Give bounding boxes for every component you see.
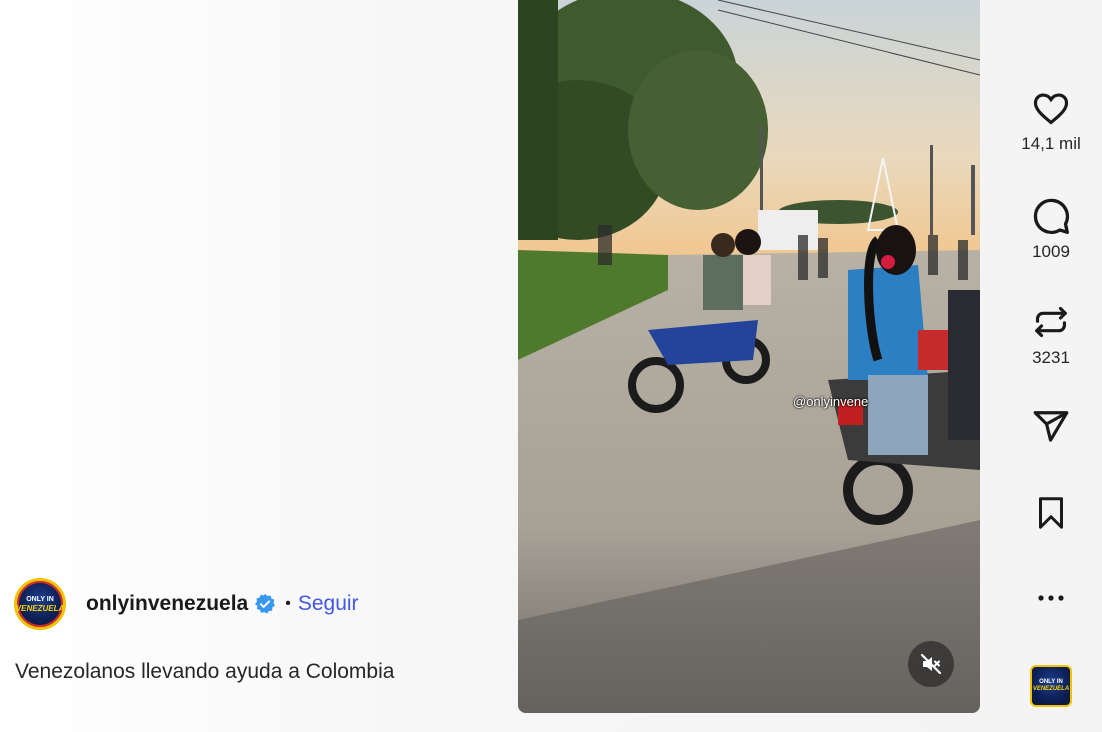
verified-badge-icon	[254, 593, 276, 615]
author-username[interactable]: onlyinvenezuela	[86, 592, 248, 616]
post-caption: Venezolanos llevando ayuda a Colombia	[15, 660, 395, 683]
video-player[interactable]: @onlyinvene	[518, 0, 980, 713]
audio-avatar-text-line1: ONLY IN	[1039, 679, 1063, 685]
author-avatar[interactable]: ONLY IN VENEZUELA	[14, 578, 66, 630]
speaker-muted-icon	[920, 653, 942, 675]
follow-button[interactable]: Seguir	[298, 592, 359, 616]
like-count: 14,1 mil	[1021, 134, 1081, 153]
mute-toggle-button[interactable]	[908, 641, 954, 687]
repost-count: 3231	[1032, 348, 1070, 367]
avatar-text-line2: VENEZUELA	[15, 603, 65, 613]
audio-avatar[interactable]: ONLY IN VENEZUELA	[1030, 665, 1072, 707]
bookmark-icon[interactable]	[1033, 494, 1069, 532]
comment-count: 1009	[1032, 242, 1070, 261]
video-frame	[518, 0, 980, 713]
separator-dot: •	[285, 595, 291, 612]
like-action: 14,1 mil	[1010, 90, 1092, 154]
action-rail: 14,1 mil 1009 3231 ONLY IN VENEZUELA	[1010, 0, 1092, 732]
video-watermark: @onlyinvene	[793, 394, 869, 409]
more-dots-icon[interactable]	[1036, 590, 1066, 606]
repost-action: 3231	[1010, 302, 1092, 368]
heart-icon[interactable]	[1031, 90, 1071, 128]
avatar-text-line1: ONLY IN	[26, 595, 54, 603]
comment-action: 1009	[1010, 196, 1092, 262]
comment-bubble-icon[interactable]	[1031, 196, 1071, 236]
audio-avatar-text-line2: VENEZUELA	[1032, 686, 1070, 692]
more-action	[1010, 590, 1092, 606]
save-action	[1010, 494, 1092, 532]
post-info-panel: ONLY IN VENEZUELA onlyinvenezuela • Segu…	[0, 0, 518, 732]
paper-plane-icon[interactable]	[1031, 408, 1071, 446]
repost-icon[interactable]	[1032, 302, 1070, 342]
share-action	[1010, 408, 1092, 446]
author-row: ONLY IN VENEZUELA onlyinvenezuela • Segu…	[14, 578, 359, 630]
